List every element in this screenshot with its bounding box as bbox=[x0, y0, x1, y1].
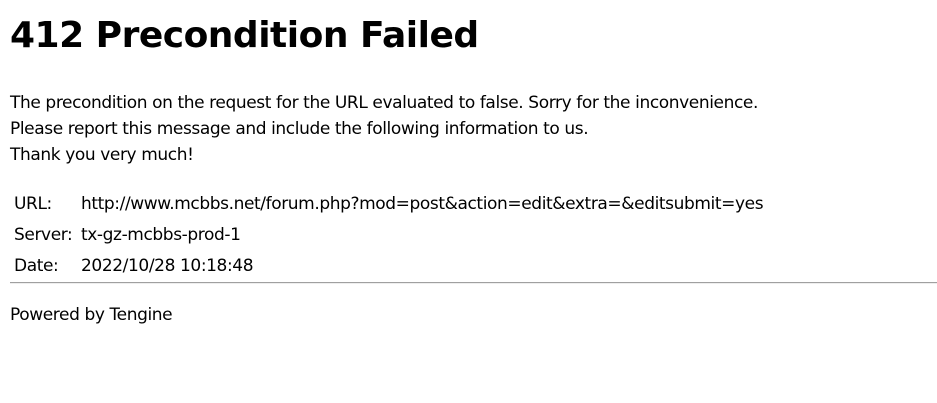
date-value: 2022/10/28 10:18:48 bbox=[81, 255, 254, 276]
date-label: Date: bbox=[14, 255, 59, 276]
message-line: Thank you very much! bbox=[10, 145, 194, 165]
error-message: The precondition on the request for the … bbox=[10, 90, 758, 168]
message-line: Please report this message and include t… bbox=[10, 119, 589, 139]
detail-row-date: Date: 2022/10/28 10:18:48 bbox=[12, 250, 765, 281]
page-title: 412 Precondition Failed bbox=[10, 15, 479, 56]
url-value: http://www.mcbbs.net/forum.php?mod=post&… bbox=[81, 193, 764, 214]
footer-powered-by: Powered by Tengine bbox=[10, 305, 173, 325]
message-line: The precondition on the request for the … bbox=[10, 93, 758, 113]
detail-row-server: Server: tx-gz-mcbbs-prod-1 bbox=[12, 219, 765, 250]
divider bbox=[10, 282, 937, 284]
detail-row-url: URL: http://www.mcbbs.net/forum.php?mod=… bbox=[12, 188, 765, 219]
url-label: URL: bbox=[14, 193, 52, 214]
details-table: URL: http://www.mcbbs.net/forum.php?mod=… bbox=[12, 188, 765, 281]
server-value: tx-gz-mcbbs-prod-1 bbox=[81, 224, 241, 245]
server-label: Server: bbox=[14, 224, 73, 245]
